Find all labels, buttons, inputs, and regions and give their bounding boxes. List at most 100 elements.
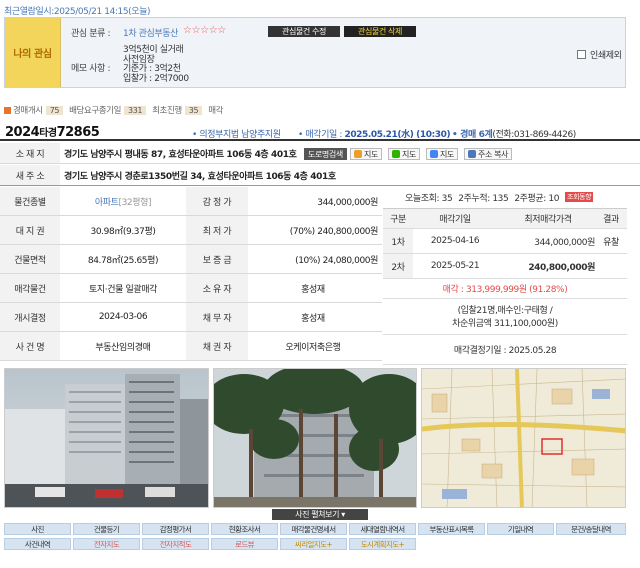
stat-count: 331 [124, 105, 147, 115]
views-average: 2주평균: 10 [514, 193, 560, 204]
info-value: 홍성재 [301, 313, 325, 324]
copy-address-button[interactable]: 주소 복사 [464, 148, 512, 160]
delete-favorite-button[interactable]: 관심물건 삭제 [344, 26, 416, 37]
info-value: 344,000,000원 [317, 197, 378, 208]
stats-bar: 경매개시 75 배당요구종기일 331 최초진행 35 매각 [4, 104, 223, 116]
print-exclude-checkbox[interactable] [577, 50, 586, 59]
nav-urban-plan-map[interactable]: 도시계획지도+ [349, 538, 416, 550]
photo-exterior-1[interactable] [4, 368, 209, 508]
memo-line: 입찰가 : 2억7000 [123, 73, 189, 84]
photo-exterior-2[interactable] [213, 368, 417, 508]
stat-label: 경매개시 [13, 106, 43, 116]
info-row: 사 건 명 부동산임의경매 채 권 자 오케이저축은행 [0, 332, 382, 361]
history-round: 2차 [383, 254, 413, 278]
nav-appraisal[interactable]: 감정평가서 [142, 523, 209, 535]
map-button-google[interactable]: 지도 [426, 148, 458, 160]
view-trend-button[interactable]: 조회동향 [565, 192, 594, 202]
nav-document-delivery[interactable]: 문건/송달내역 [556, 523, 626, 535]
apartment-photo [5, 369, 208, 507]
stat-label: 배당요구종기일 [69, 106, 122, 116]
info-key: 소 유 자 [186, 274, 248, 302]
history-round: 1차 [383, 229, 413, 253]
nav-e-cadastral[interactable]: 전자지적도 [142, 538, 209, 550]
nav-building-registry[interactable]: 건물등기 [73, 523, 140, 535]
nav-property-list[interactable]: 부동산표시목록 [418, 523, 485, 535]
sold-row: 매각 : 313,999,999원 (91.28%) [383, 279, 627, 299]
history-row: 2차 2025-05-21 240,800,000원 [383, 254, 627, 279]
info-key: 감 정 가 [186, 187, 248, 215]
info-key: 보 증 금 [186, 245, 248, 273]
info-row: 매각물건 토지·건물 일괄매각 소 유 자 홍성재 [0, 274, 382, 303]
google-map-icon [430, 150, 438, 158]
road-address-label: 새 주 소 [0, 165, 60, 185]
case-title-bar: 2024타경72865 • 의정부지법 남양주지원 • 매각기일 : 2025.… [0, 122, 640, 141]
lot-address-label: 소 재 지 [0, 143, 60, 163]
recent-view-time: 최근열람일시:2025/05/21 14:15(오늘) [4, 7, 151, 17]
info-value: 84.78㎡(25.65평) [87, 255, 159, 266]
info-key: 채 무 자 [186, 303, 248, 331]
print-exclude-toggle[interactable]: 인쇄제외 [577, 48, 622, 61]
calendar-icon [4, 106, 11, 114]
history-price: 240,800,000원 [528, 262, 595, 273]
nav-case-history[interactable]: 사건내역 [4, 538, 71, 550]
info-row: 개시결정 2024-03-06 채 무 자 홍성재 [0, 303, 382, 332]
daum-map-icon [354, 150, 362, 158]
info-key: 최 저 가 [186, 216, 248, 244]
nav-date-history[interactable]: 기일내역 [487, 523, 554, 535]
info-key: 채 권 자 [186, 332, 248, 360]
history-col-round: 구분 [390, 215, 406, 225]
edit-favorite-button[interactable]: 관심물건 수정 [268, 26, 340, 37]
map-button-naver[interactable]: 지도 [388, 148, 420, 160]
sale-history-table: 구분 매각기일 최저매각가격 결과 1차 2025-04-16 344,000,… [383, 208, 627, 365]
info-value: 오케이저축은행 [285, 342, 341, 353]
road-address-row: 새 주 소 경기도 남양주시 경춘로1350번길 34, 효성타운아파트 106… [0, 165, 640, 186]
star-rating-icon[interactable]: ☆☆☆☆☆ [183, 25, 226, 36]
memo-key: 메모 사항 : [71, 64, 111, 74]
favorite-category-value[interactable]: 1차 관심부동산 [123, 26, 178, 39]
info-key: 사 건 명 [0, 332, 60, 360]
nav-photos[interactable]: 사진 [4, 523, 71, 535]
nav-e-map[interactable]: 전자지도 [73, 538, 140, 550]
favorite-panel: 나의 관심 관심 분류 : 1차 관심부동산 ☆☆☆☆☆ 관심물건 수정 관심물… [4, 17, 626, 88]
nav-roadview[interactable]: 로드뷰 [211, 538, 278, 550]
photo-expand-button[interactable]: 사진 펼쳐보기 ▾ [272, 509, 368, 520]
views-today: 오늘조회: 35 [405, 193, 453, 204]
nav-cereal-map[interactable]: 씨리얼지도+ [280, 538, 347, 550]
views-two-week: 2주누적: 135 [458, 193, 509, 204]
history-price: 344,000,000원 [534, 237, 595, 248]
nav-survey-report[interactable]: 현황조사서 [211, 523, 278, 535]
nav-sale-specification[interactable]: 매각물건명세서 [280, 523, 347, 535]
second-bid-info: 차순위금액 311,100,000원) [452, 318, 558, 329]
naver-map-icon [392, 150, 400, 158]
history-date: 2025-04-16 [430, 236, 480, 246]
lot-address: 경기도 남양주시 평내동 87, 효성타운아파트 106동 4층 401호 [64, 149, 297, 160]
building-trees-photo [214, 369, 416, 507]
court-name: • 의정부지법 남양주지원 [192, 130, 281, 140]
info-row: 대 지 권 30.98㎡(9.37평) 최 저 가 (70%) 240,800,… [0, 216, 382, 245]
nav-household-list[interactable]: 세대열람내역서 [349, 523, 416, 535]
cadastral-map [422, 369, 625, 507]
info-value[interactable]: 아파트 [32평형] [60, 187, 186, 215]
road-search-button[interactable]: 도로명검색 [304, 148, 347, 160]
info-key: 물건종별 [0, 187, 60, 215]
stat-label: 최초진행 [152, 106, 182, 116]
sold-price: 매각 : 313,999,999원 (91.28%) [442, 285, 568, 295]
sale-date: • 매각기일 : 2025.05.21(水) (10:30) [298, 130, 451, 140]
memo-text[interactable]: 3억5천이 실거래 사전임장 기준가 : 3억2천 입찰가 : 2억7000 [123, 45, 189, 84]
info-value: (10%) 24,080,000원 [295, 255, 378, 266]
history-row: 1차 2025-04-16 344,000,000원 유찰 [383, 229, 627, 254]
info-key: 개시결정 [0, 303, 60, 331]
confirm-row: 매각결정기일 : 2025.05.28 [383, 335, 627, 365]
info-value: 토지·건물 일괄매각 [89, 284, 157, 295]
info-value: (70%) 240,800,000원 [289, 226, 379, 237]
sale-confirm-date: 매각결정기일 : 2025.05.28 [453, 346, 557, 356]
history-col-result: 결과 [603, 215, 619, 225]
road-address: 경기도 남양주시 경춘로1350번길 34, 효성타운아파트 106동 4층 4… [64, 171, 336, 182]
map-button-daum[interactable]: 지도 [350, 148, 382, 160]
photo-map[interactable] [421, 368, 626, 508]
print-exclude-label: 인쇄제외 [590, 51, 622, 61]
info-key: 대 지 권 [0, 216, 60, 244]
history-result: 유찰 [603, 237, 619, 248]
department-tel: • 경매 6계(전화:031-869-4426) [452, 130, 576, 140]
info-key: 매각물건 [0, 274, 60, 302]
